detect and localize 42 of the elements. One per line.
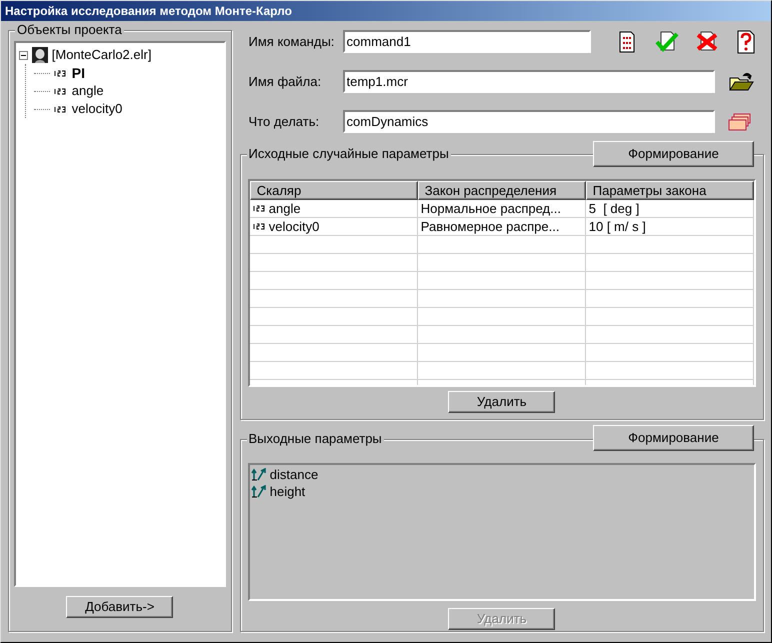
list-item[interactable]: height <box>270 482 306 502</box>
column-header[interactable]: Скаляр <box>250 181 418 200</box>
column-header[interactable]: Закон распределения <box>418 181 586 200</box>
number-icon <box>252 205 267 212</box>
help-icon[interactable] <box>734 30 757 54</box>
group-title: Объекты проекта <box>15 22 124 38</box>
group-title: Выходные параметры <box>246 431 384 447</box>
group-title: Исходные случайные параметры <box>246 146 451 162</box>
text-field[interactable]: temp1.mcr <box>342 70 715 93</box>
text-field[interactable]: command1 <box>342 30 591 53</box>
field-label: Имя команды: <box>248 32 336 51</box>
cross-icon[interactable] <box>694 30 719 54</box>
add-button[interactable]: Добавить-> <box>66 596 174 618</box>
table-cell-text: Нормальное распред... <box>420 200 561 218</box>
tree-item[interactable]: angle <box>72 81 104 101</box>
arrow-icon <box>250 484 269 498</box>
column-header[interactable]: Параметры закона <box>586 181 754 200</box>
table-cell-text: 5 [ deg ] <box>588 200 640 218</box>
bust-icon <box>32 47 48 63</box>
form-button[interactable]: Формирование <box>593 141 754 167</box>
table-cell-text: Равномерное распре... <box>420 218 560 236</box>
field-label: Что делать: <box>248 112 320 131</box>
stack-icon[interactable] <box>728 112 752 132</box>
number-icon <box>252 223 267 230</box>
text-field[interactable]: comDynamics <box>342 110 715 133</box>
arrow-icon <box>250 468 269 482</box>
tree-item[interactable]: velocity0 <box>72 99 122 119</box>
table-cell-text: velocity0 <box>268 218 320 236</box>
form-button[interactable]: Формирование <box>593 425 754 451</box>
table-cell-text: angle <box>268 200 301 218</box>
number-icon <box>54 106 68 112</box>
collapse-icon[interactable] <box>18 50 28 60</box>
table-cell-text: 10 [ m/ s ] <box>588 218 646 236</box>
tree-item[interactable]: [MonteCarlo2.elr] <box>52 45 152 65</box>
title-bar: Настройка исследования методом Монте-Карло <box>1 1 771 21</box>
field-label: Имя файла: <box>248 72 322 91</box>
list-item[interactable]: distance <box>270 464 318 484</box>
delete-button[interactable]: Удалить <box>448 391 556 413</box>
number-icon <box>54 70 68 76</box>
number-icon <box>54 88 68 94</box>
checkmark-icon[interactable] <box>654 30 679 54</box>
tree-item[interactable]: PI <box>72 62 85 84</box>
